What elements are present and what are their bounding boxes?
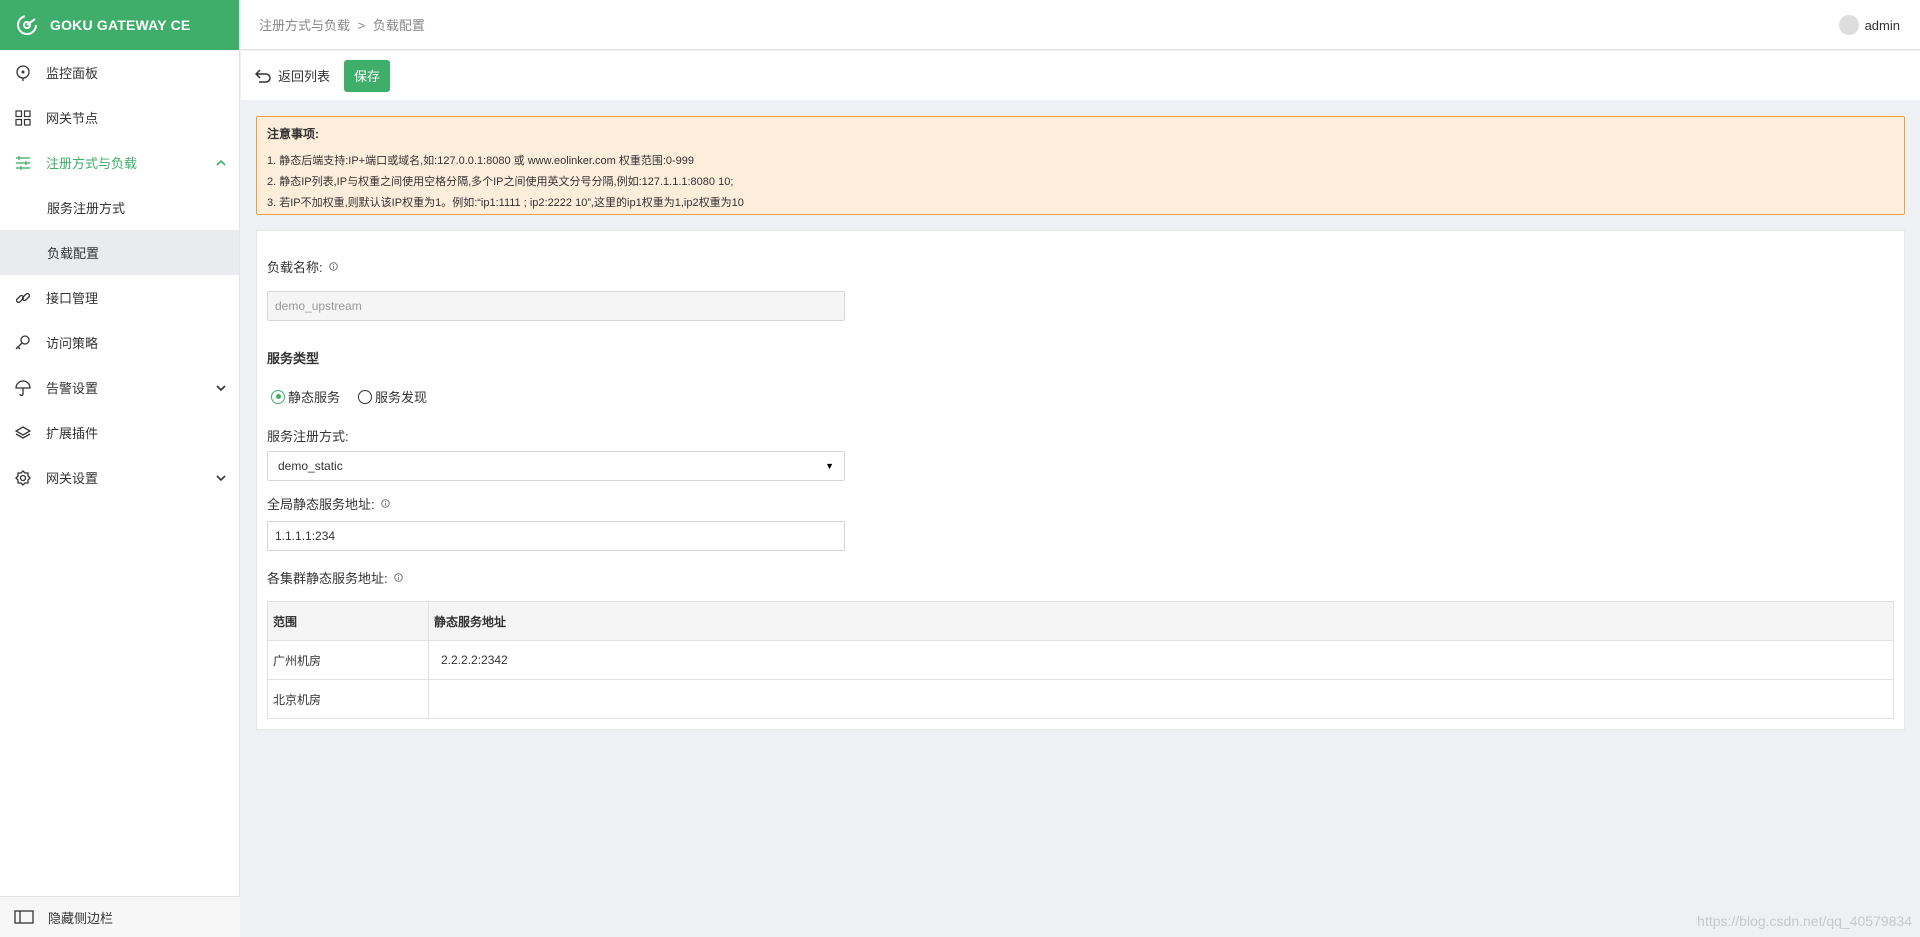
avatar [1838, 15, 1859, 35]
notice-line: 1. 静态后端支持:IP+端口或域名,如:127.0.0.1:8080 或 ww… [267, 155, 695, 167]
radio-service-discovery[interactable]: 服务发现 [358, 387, 427, 406]
sidebar-item-dashboard[interactable]: 监控面板 [0, 50, 239, 95]
hide-sidebar-label: 隐藏侧边栏 [48, 910, 114, 926]
key-icon [14, 334, 32, 352]
notice-title: 注意事项: [267, 127, 319, 141]
grid-icon [14, 109, 32, 127]
logo-icon [17, 15, 37, 35]
brand-header[interactable]: GOKU GATEWAY CE [0, 0, 239, 50]
radio-discovery-label: 服务发现 [375, 390, 428, 405]
sidebar-item-register-load[interactable]: 注册方式与负载 [0, 140, 239, 185]
table-row: 广州机房 2.2.2.2:2342 [267, 640, 1894, 680]
sidebar-item-gateway-settings[interactable]: 网关设置 [0, 455, 239, 500]
watermark: https://blog.csdn.net/qq_40579834 [1697, 913, 1912, 929]
info-icon[interactable] [380, 499, 390, 508]
sidebar-item-label: 网关设置 [46, 471, 99, 486]
radio-static-label: 静态服务 [288, 390, 341, 405]
radio-unchecked-icon [358, 389, 373, 404]
radio-static-service[interactable]: 静态服务 [271, 387, 340, 406]
cell-scope: 广州机房 [267, 640, 429, 680]
cell-scope: 北京机房 [267, 679, 429, 719]
toolbar: 返回列表 保存 [241, 51, 1920, 100]
load-name-label-text: 负载名称: [267, 260, 323, 275]
service-type-title: 服务类型 [267, 351, 320, 366]
chevron-up-icon [216, 159, 226, 166]
notice-line: 2. 静态IP列表,IP与权重之间使用空格分隔,多个IP之间使用英文分号分隔,例… [267, 176, 734, 188]
load-name-label: 负载名称: [267, 257, 338, 276]
top-bar: 注册方式与负载 > 负载配置 admin [241, 0, 1920, 50]
sidebar-item-plugins[interactable]: 扩展插件 [0, 410, 239, 455]
breadcrumb-item[interactable]: 注册方式与负载 [259, 18, 350, 33]
breadcrumb-item-current: 负载配置 [372, 18, 425, 33]
sidebar-item-label: 扩展插件 [46, 426, 99, 441]
radio-checked-icon [271, 389, 285, 404]
back-to-list-label: 返回列表 [278, 69, 331, 84]
sidebar-item-label: 网关节点 [46, 111, 99, 126]
sidebar-item-label: 注册方式与负载 [46, 156, 138, 171]
global-address-input[interactable]: 1.1.1.1:234 [267, 521, 845, 551]
cluster-address-table: 范围 静态服务地址 广州机房 2.2.2.2:2342 北京机房 [267, 601, 1894, 719]
link-icon [14, 289, 32, 307]
breadcrumb: 注册方式与负载 > 负载配置 [259, 15, 425, 34]
load-name-input[interactable]: demo_upstream [267, 291, 845, 321]
notice-box: 注意事项: 1. 静态后端支持:IP+端口或域名,如:127.0.0.1:808… [256, 116, 1905, 215]
sidebar-item-nodes[interactable]: 网关节点 [0, 95, 239, 140]
sidebar-subitem-label: 服务注册方式 [47, 201, 126, 216]
back-to-list-button[interactable]: 返回列表 [255, 66, 330, 85]
info-icon[interactable] [393, 573, 403, 582]
cluster-address-label: 各集群静态服务地址: [267, 568, 403, 587]
sidebar-subitem-load-config[interactable]: 负载配置 [0, 230, 239, 275]
gear-icon [14, 469, 32, 487]
column-header-scope: 范围 [267, 601, 429, 641]
sidebar-item-label: 访问策略 [46, 336, 99, 351]
table-row: 北京机房 [267, 679, 1894, 719]
sliders-icon [14, 154, 32, 172]
notice-line: 3. 若IP不加权重,则默认该IP权重为1。例如:“ip1:1111 ; ip2… [267, 197, 744, 209]
sidebar-subitem-service-register[interactable]: 服务注册方式 [0, 185, 239, 230]
sidebar-nav: 监控面板 网关节点 注册方式与负载 服务注册方式 负载配置 接口管理 访问策略 … [0, 50, 239, 500]
sidebar-toggle-icon [14, 910, 34, 924]
form-panel: 负载名称: demo_upstream 服务类型 静态服务 服务发现 服务注册方… [256, 230, 1905, 730]
register-method-label: 服务注册方式: [267, 426, 349, 445]
user-menu[interactable]: admin [1838, 15, 1900, 35]
brand-title: GOKU GATEWAY CE [50, 17, 191, 33]
chevron-down-icon [216, 384, 226, 391]
cluster-address-label-text: 各集群静态服务地址: [267, 571, 388, 586]
return-icon [255, 68, 271, 83]
register-method-select[interactable]: demo_static ▼ [267, 451, 845, 481]
sidebar-subitem-label: 负载配置 [47, 246, 100, 261]
username: admin [1864, 17, 1900, 33]
global-address-label: 全局静态服务地址: [267, 494, 390, 513]
column-header-static-address: 静态服务地址 [428, 601, 1894, 641]
sidebar-item-alert[interactable]: 告警设置 [0, 365, 239, 410]
global-address-label-text: 全局静态服务地址: [267, 497, 375, 512]
register-method-label-text: 服务注册方式: [267, 429, 349, 444]
hide-sidebar-button[interactable]: 隐藏侧边栏 [0, 896, 240, 937]
sidebar-item-label: 监控面板 [46, 66, 99, 81]
save-button[interactable]: 保存 [344, 59, 391, 92]
cell-address-input[interactable] [428, 679, 1894, 719]
register-method-value: demo_static [278, 459, 343, 473]
chevron-down-icon [216, 474, 226, 481]
info-icon[interactable] [328, 262, 338, 271]
table-header-row: 范围 静态服务地址 [267, 601, 1894, 641]
sidebar-item-access-policy[interactable]: 访问策略 [0, 320, 239, 365]
sidebar: GOKU GATEWAY CE 监控面板 网关节点 注册方式与负载 服务注册方式… [0, 0, 240, 937]
sidebar-item-api[interactable]: 接口管理 [0, 275, 239, 320]
sidebar-item-label: 告警设置 [46, 381, 99, 396]
layers-icon [14, 424, 32, 442]
dashboard-icon [14, 64, 32, 82]
sidebar-item-label: 接口管理 [46, 291, 99, 306]
umbrella-icon [14, 379, 32, 397]
cell-address-input[interactable]: 2.2.2.2:2342 [428, 640, 1894, 680]
breadcrumb-separator: > [357, 18, 366, 33]
service-type-radio-group: 静态服务 服务发现 [271, 387, 445, 406]
dropdown-arrow-icon: ▼ [825, 461, 834, 471]
